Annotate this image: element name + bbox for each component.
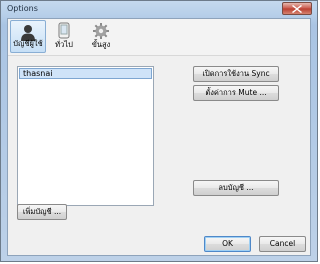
device-icon bbox=[58, 22, 70, 39]
close-button[interactable] bbox=[282, 2, 312, 15]
accounts-list[interactable]: thasnai bbox=[17, 66, 154, 206]
window-title: Options bbox=[7, 4, 38, 13]
tab-advanced[interactable]: ขั้นสูง bbox=[84, 20, 118, 53]
add-account-button[interactable]: เพิ่มบัญชี ... bbox=[17, 204, 67, 220]
client-area: บัญชีผู้ใช้ ทั่วไป ขั้นสูง thasnai เปิดก… bbox=[7, 18, 311, 256]
category-toolbar: บัญชีผู้ใช้ ทั่วไป ขั้นสูง bbox=[8, 19, 310, 56]
ok-button[interactable]: OK bbox=[204, 236, 251, 252]
title-bar[interactable]: Options bbox=[1, 1, 317, 18]
tab-general[interactable]: ทั่วไป bbox=[49, 20, 79, 53]
list-item[interactable]: thasnai bbox=[19, 68, 152, 79]
tab-general-label: ทั่วไป bbox=[55, 40, 73, 49]
gear-icon bbox=[93, 23, 109, 39]
tab-accounts[interactable]: บัญชีผู้ใช้ bbox=[10, 20, 46, 53]
tab-advanced-label: ขั้นสูง bbox=[91, 40, 111, 49]
close-icon bbox=[292, 5, 302, 13]
options-window: Options บัญชีผู้ใช้ ทั่วไป ขั้นสูง thasn… bbox=[0, 0, 318, 262]
tab-accounts-label: บัญชีผู้ใช้ bbox=[13, 39, 43, 48]
mute-settings-button[interactable]: ตั้งค่าการ Mute ... bbox=[193, 85, 279, 101]
enable-sync-button[interactable]: เปิดการใช้งาน Sync bbox=[193, 66, 279, 82]
delete-account-button[interactable]: ลบบัญชี ... bbox=[193, 180, 279, 196]
cancel-button[interactable]: Cancel bbox=[259, 236, 306, 252]
